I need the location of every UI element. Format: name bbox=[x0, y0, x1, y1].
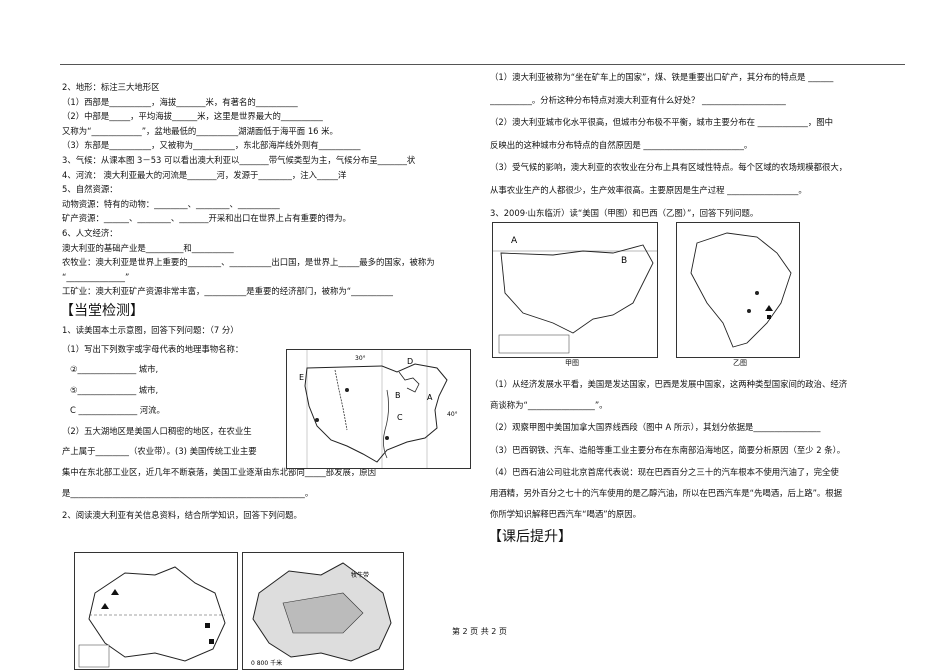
australia-minerals-map bbox=[74, 552, 238, 670]
q3-climate: 3、气候：从课本图 3－53 可以看出澳大利亚以_______带气候类型为主，气… bbox=[62, 154, 416, 165]
section-check-heading: 【当堂检测】 bbox=[60, 302, 144, 319]
q5-animals: 动物资源：特有的动物：________、________、__________ bbox=[62, 198, 280, 209]
test1-item-a: ②______________ 城市, bbox=[70, 364, 159, 375]
s-q1b: 商谈称为“________________”。 bbox=[490, 399, 608, 410]
figure-a-caption: 甲图 bbox=[565, 359, 579, 367]
r-q1: （1）澳大利亚被称为“坐在矿车上的国家”，煤、铁是重要出口矿产，其分布的特点是 … bbox=[490, 72, 834, 82]
q2-line-1: （1）西部是__________，海拔_______米，有著名的________… bbox=[62, 96, 298, 107]
test2-title: 2、阅读澳大利亚有关信息资料，结合所学知识，回答下列问题。 bbox=[62, 510, 302, 521]
us-label-e: E bbox=[299, 373, 304, 382]
q4-rivers: 4、河流： 澳大利亚最大的河流是_______河，发源于________，注入_… bbox=[62, 169, 347, 180]
test1-sub2: （2）五大湖地区是美国人口稠密的地区，在农业生 bbox=[62, 425, 252, 436]
q5-resources: 5、自然资源： bbox=[62, 184, 118, 195]
r-q1b: __________。分析这种分布特点对澳大利亚有什么好处？ _________… bbox=[490, 94, 786, 105]
s-q4b: 用酒精，另外百分之七十的汽车使用的是乙醇汽油，所以在巴西汽车是“先喝酒，后上路”… bbox=[490, 487, 843, 498]
test1-title: 1、读美国本土示意图，回答下列问题：（7 分） bbox=[62, 324, 239, 335]
q6-base: 澳大利亚的基础产业是_________和__________ bbox=[62, 242, 234, 253]
q2-line-2: （2）中部是_____，平均海拔______米，这里是世界最大的________… bbox=[62, 111, 323, 122]
us-label-c: C bbox=[397, 413, 403, 422]
australia-scale: 0 800 千米 bbox=[251, 659, 282, 667]
s-q1: （1）从经济发展水平看，美国是发达国家，巴西是发展中国家，这两种类型国家间的政治… bbox=[490, 379, 848, 389]
us-map-figure: E D A B C 30° 40° bbox=[286, 349, 471, 469]
figure-b-caption: 乙图 bbox=[733, 359, 747, 367]
r-q3: （3）受气候的影响，澳大利亚的农牧业在分布上具有区域性特点。每个区域的农场规模都… bbox=[490, 162, 848, 173]
test1-sub1: （1）写出下列数字或字母代表的地理事物名称： bbox=[62, 343, 244, 354]
s-q2: （2）观察甲图中美国加拿大国界线西段（图中 A 所示），其划分依据是______… bbox=[490, 422, 821, 433]
right-column: （1）澳大利亚被称为“坐在矿车上的国家”，煤、铁是重要出口矿产，其分布的特点是 … bbox=[490, 70, 908, 220]
figure-b-map bbox=[677, 223, 799, 357]
us-map: E D A B C 30° 40° bbox=[287, 350, 470, 468]
us-deg-2: 40° bbox=[447, 411, 458, 418]
q2-line-2b: 又称为“____________”，盆地最低的__________湖湖面低于海平… bbox=[62, 125, 338, 136]
fig-a-label-b: B bbox=[621, 256, 627, 266]
q6-agriculture-2: “______________” bbox=[62, 271, 130, 282]
q2-title: 2、地形：标注三大地形区 bbox=[62, 82, 160, 92]
figure-a-usa: A B bbox=[492, 222, 658, 358]
australia-climate-map: 牧牛带 0 800 千米 bbox=[242, 552, 404, 670]
us-label-b: B bbox=[395, 391, 401, 400]
r-q3b: 从事农业生产的人都很少，生产效率很高。主要原因是生产过程 ___________… bbox=[490, 184, 807, 195]
q6-economy: 6、人文经济： bbox=[62, 227, 118, 238]
figure-b-brazil bbox=[676, 222, 800, 358]
header-rule bbox=[60, 64, 905, 65]
r-q2: （2）澳大利亚城市化水平很高，但城市分布极不平衡，城市主要分布在 _______… bbox=[490, 117, 833, 128]
q2-line-3: （3）东部是__________，又被称为__________，东北部海岸线外则… bbox=[62, 140, 361, 151]
q6-mining: 工矿业：澳大利亚矿产资源非常丰富，__________是重要的经济部门，被称为“… bbox=[62, 286, 393, 297]
figure-a-map: A B bbox=[493, 223, 657, 357]
right-lower-column: （1）从经济发展水平看，美国是发达国家，巴西是发展中国家，这两种类型国家间的政治… bbox=[488, 377, 908, 549]
s-q4c: 你所学知识解释巴西汽车“喝酒”的原因。 bbox=[490, 508, 642, 519]
australia-map-2: 牧牛带 0 800 千米 bbox=[243, 553, 403, 669]
page-number: 第 2 页 共 2 页 bbox=[452, 627, 507, 636]
australia-legend-text: 牧牛带 bbox=[351, 571, 369, 579]
test1-sub2b: 产上属于________（农业带）。(3) 美国传统工业主要 bbox=[62, 446, 257, 457]
r-question3-title: 3、2009·山东临沂）读“美国（甲图）和巴西（乙图）”，回答下列问题。 bbox=[490, 207, 759, 218]
australia-map-1 bbox=[75, 553, 237, 669]
test1-item-b: ⑤______________ 城市, bbox=[70, 384, 159, 395]
us-label-a: A bbox=[427, 393, 433, 402]
q5-minerals: 矿产资源：______、________、_______开采和出口在世界上占有重… bbox=[62, 213, 351, 224]
s-q4: （4）巴西石油公司驻北京首席代表说：现在巴西百分之三十的汽车根本不使用汽油了，完… bbox=[490, 467, 839, 478]
r-q2b: 反映出的这种城市分布特点的自然原因是 _____________________… bbox=[490, 139, 753, 150]
test1-sub2d: 是_______________________________________… bbox=[62, 487, 314, 498]
section-after-heading: 【课后提升】 bbox=[488, 529, 572, 546]
test1-item-c: C ______________ 河流。 bbox=[70, 405, 165, 416]
q6-agriculture: 农牧业：澳大利亚是世界上重要的________、__________出口国，是世… bbox=[62, 257, 435, 268]
us-label-d: D bbox=[407, 357, 413, 366]
s-q3: （3）巴西钢铁、汽车、造船等重工业主要分布在东南部沿海地区，简要分析原因（至少 … bbox=[490, 444, 846, 455]
fig-a-label-a: A bbox=[511, 236, 518, 246]
us-deg-1: 30° bbox=[355, 355, 366, 362]
